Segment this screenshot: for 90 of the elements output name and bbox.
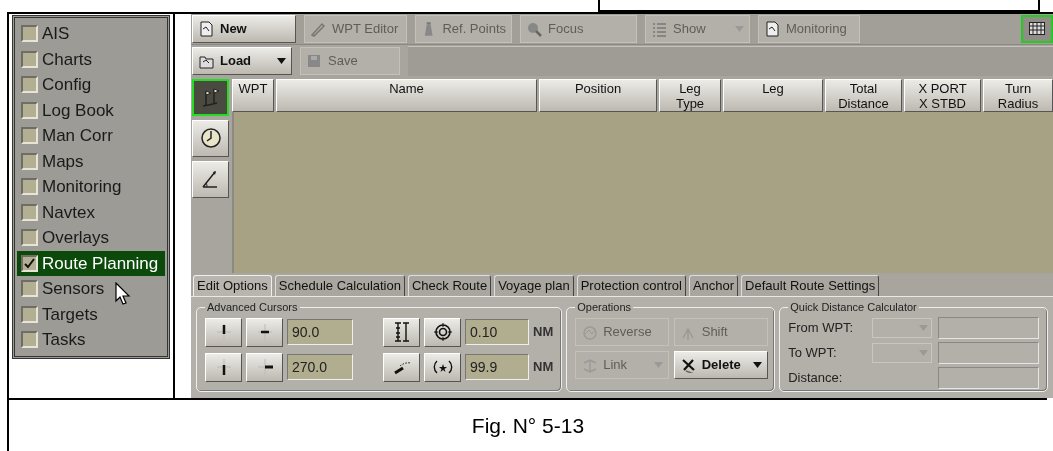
- sidebar-item[interactable]: Targets: [17, 301, 165, 327]
- value-field[interactable]: [938, 366, 1039, 389]
- tab[interactable]: Default Route Settings: [741, 275, 880, 296]
- dropdown-button[interactable]: Delete: [673, 350, 768, 379]
- bearing-field[interactable]: 90.0: [287, 319, 353, 345]
- dropdown-field[interactable]: [872, 342, 933, 363]
- sidebar-item[interactable]: Navtex: [17, 199, 165, 225]
- reverse-icon: [581, 323, 598, 340]
- unit-label: NM: [533, 358, 554, 377]
- folder-icon: [198, 53, 214, 70]
- sidebar-item[interactable]: Sensors: [17, 276, 165, 302]
- checkbox[interactable]: [21, 305, 38, 323]
- cursor-button[interactable]: [205, 317, 242, 347]
- value-field[interactable]: [938, 316, 1039, 339]
- cursor-button[interactable]: [383, 352, 420, 382]
- column-header[interactable]: Leg: [723, 78, 823, 112]
- field-label: To WPT:: [788, 343, 838, 362]
- caret-icon: [752, 361, 762, 368]
- checkbox[interactable]: [21, 254, 38, 272]
- figure-caption: Fig. N° 5-13: [471, 412, 585, 439]
- grid-icon: [1029, 22, 1045, 36]
- checkbox[interactable]: [21, 229, 38, 247]
- cursor-button[interactable]: [246, 352, 283, 382]
- unit-label: NM: [533, 323, 554, 342]
- clock-icon: [199, 127, 222, 150]
- cursor-icon: [115, 282, 131, 306]
- column-header[interactable]: WPT: [232, 78, 274, 112]
- field-label: Distance:: [788, 368, 844, 387]
- sidebar-item[interactable]: Charts: [17, 46, 165, 72]
- caret-icon: [919, 349, 929, 356]
- list-icon: [651, 20, 667, 37]
- group-title: Operations: [576, 300, 633, 315]
- tool-button[interactable]: [192, 78, 229, 116]
- group-title: Advanced Cursors: [206, 300, 299, 315]
- sidebar-item[interactable]: AIS: [17, 21, 165, 47]
- checkbox[interactable]: [21, 203, 38, 221]
- column-header[interactable]: X PORT X STBD: [904, 78, 981, 112]
- cursor-button[interactable]: [383, 317, 420, 347]
- toolbar-button[interactable]: New: [192, 14, 296, 43]
- column-header[interactable]: Total Distance: [825, 78, 902, 112]
- range-field[interactable]: 99.9: [465, 354, 529, 380]
- field-label: From WPT:: [788, 318, 855, 337]
- tab[interactable]: Voyage plan: [494, 275, 574, 296]
- checkbox[interactable]: [21, 50, 38, 68]
- tab[interactable]: Schedule Calculation: [274, 275, 405, 296]
- sidebar-item[interactable]: Overlays: [17, 225, 165, 251]
- document-icon: [764, 20, 780, 37]
- link-icon: [581, 356, 598, 373]
- sidebar-item[interactable]: Maps: [17, 148, 165, 174]
- checkbox[interactable]: [21, 25, 38, 43]
- caret-icon: [919, 324, 929, 331]
- grid-view-button[interactable]: [1021, 14, 1053, 43]
- tab[interactable]: Edit Options: [193, 275, 272, 296]
- sidebar-item[interactable]: Config: [17, 72, 165, 98]
- tab[interactable]: Check Route: [407, 275, 492, 296]
- tab[interactable]: Protection control: [576, 275, 686, 296]
- sidebar-item[interactable]: Man Corr: [17, 123, 165, 149]
- value-field[interactable]: [938, 341, 1039, 364]
- caret-icon: [277, 58, 286, 65]
- dropdown-button[interactable]: Load: [192, 47, 292, 76]
- checkbox[interactable]: [21, 101, 38, 119]
- cursor-button[interactable]: [205, 352, 242, 382]
- column-header[interactable]: Name: [276, 78, 537, 112]
- magnifier-icon: [526, 20, 542, 37]
- column-header[interactable]: Turn Radius: [983, 78, 1053, 112]
- checkbox[interactable]: [21, 280, 38, 298]
- sidebar-item[interactable]: Route Planning: [17, 250, 165, 276]
- sidebar-item[interactable]: Tasks: [17, 327, 165, 353]
- group-title: Quick Distance Calculator: [789, 300, 918, 315]
- column-header[interactable]: Leg Type: [659, 78, 721, 112]
- checkbox[interactable]: [21, 127, 38, 145]
- sidebar-item[interactable]: Log Book: [17, 97, 165, 123]
- document-icon: [198, 20, 214, 37]
- cursor-button[interactable]: [246, 317, 283, 347]
- cursor-button[interactable]: [424, 317, 461, 347]
- pen-icon: [310, 20, 326, 37]
- cursor-button[interactable]: [424, 352, 461, 382]
- range-field[interactable]: 0.10: [465, 319, 529, 345]
- dropdown-field[interactable]: [872, 317, 933, 338]
- caret-icon: [654, 361, 664, 368]
- sidebar-item[interactable]: Monitoring: [17, 174, 165, 200]
- checkbox[interactable]: [21, 331, 38, 349]
- column-header[interactable]: Position: [539, 78, 657, 112]
- bearing-field[interactable]: 270.0: [287, 354, 353, 380]
- checkbox[interactable]: [21, 76, 38, 94]
- caret-icon: [735, 25, 744, 32]
- checkbox[interactable]: [21, 152, 38, 170]
- checkbox[interactable]: [21, 178, 38, 196]
- tab[interactable]: Anchor: [688, 275, 739, 296]
- target-icon: [432, 322, 453, 342]
